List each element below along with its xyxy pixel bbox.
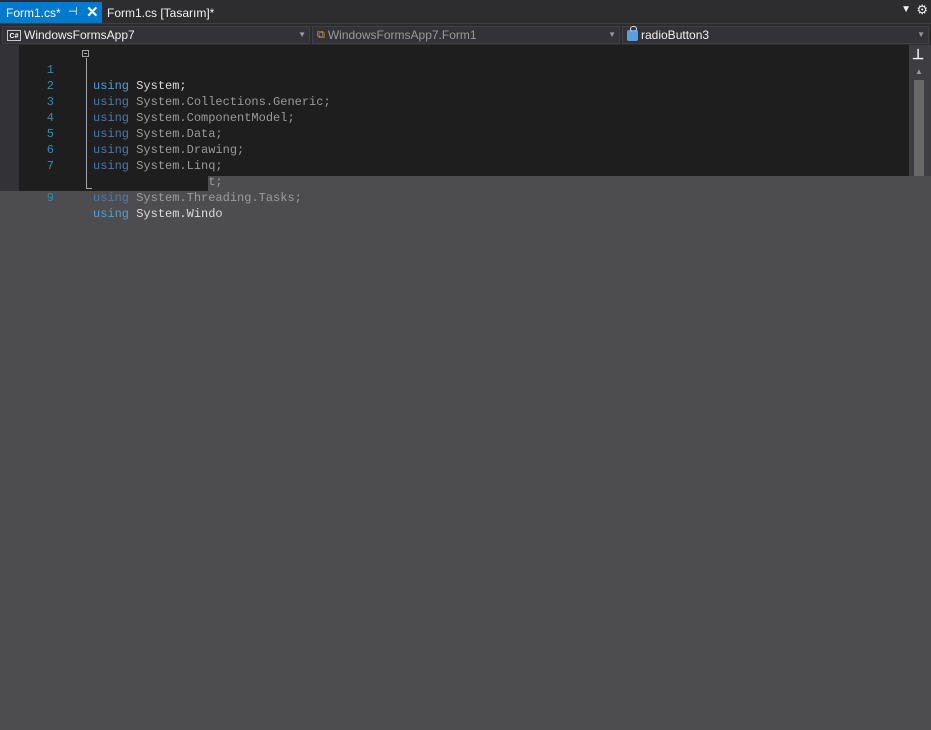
code-editor-partial[interactable]: 9 using System.Windo — [0, 176, 223, 221]
chevron-down-icon[interactable]: ▼ — [298, 30, 306, 39]
vertical-scrollbar[interactable]: ⊥ ▲ — [909, 45, 931, 176]
code-line[interactable]: 1 using System; — [0, 46, 909, 93]
code-line[interactable]: 7 using System.Text; — [0, 142, 909, 189]
document-tab-bar: Form1.cs* ⊣ ✕ Form1.cs [Tasarım]* ▼ ⚙ — [0, 0, 931, 23]
tab-form1-designer[interactable]: Form1.cs [Tasarım]* — [102, 2, 214, 23]
field-lock-icon — [627, 25, 638, 41]
project-dropdown[interactable]: C# WindowsFormsApp7 ▼ — [2, 26, 310, 44]
outline-guide-end — [86, 188, 92, 189]
split-icon[interactable]: ⊥ — [912, 47, 924, 61]
tab-label: Form1.cs* — [6, 5, 61, 20]
outline-guide-line — [86, 58, 87, 189]
code-line[interactable]: 8 using System.Threading.Tasks; — [0, 158, 909, 205]
scrollbar-thumb[interactable] — [914, 80, 924, 176]
chevron-down-icon[interactable]: ▼ — [608, 30, 616, 39]
project-dropdown-value: WindowsFormsApp7 — [24, 28, 135, 42]
code-line[interactable]: 5 using System.Drawing; — [0, 110, 909, 157]
code-line[interactable]: 4 using System.Data; — [0, 94, 909, 141]
pin-icon[interactable]: ⊣ — [68, 5, 78, 18]
type-dropdown[interactable]: ⧉ WindowsFormsApp7.Form1 ▼ — [312, 26, 620, 44]
scroll-up-icon[interactable]: ▲ — [915, 67, 923, 76]
code-line[interactable]: 6 using System.Linq; — [0, 126, 909, 173]
code-line[interactable]: 9 using System.Windo — [0, 174, 909, 221]
code-editor[interactable]: 1 using System; 2 using System.Collectio… — [0, 45, 909, 205]
keyword: using — [93, 191, 130, 205]
csharp-project-icon: C# — [7, 29, 21, 41]
close-icon[interactable]: ✕ — [86, 3, 99, 21]
code-line[interactable]: 3 using System.ComponentModel; — [0, 78, 909, 125]
navigation-bar: C# WindowsFormsApp7 ▼ ⧉ WindowsFormsApp7… — [0, 23, 931, 45]
code-line[interactable]: 2 using System.Collections.Generic; — [0, 62, 909, 109]
class-icon: ⧉ — [317, 28, 325, 41]
keyword: using — [93, 207, 130, 221]
tab-form1-cs[interactable]: Form1.cs* ⊣ ✕ — [0, 2, 102, 23]
tab-label: Form1.cs [Tasarım]* — [107, 5, 215, 20]
editor-margin — [0, 45, 19, 191]
chevron-down-icon[interactable]: ▼ — [917, 30, 925, 39]
line-number: 9 — [46, 191, 54, 205]
member-dropdown-value: radioButton3 — [641, 28, 710, 42]
member-dropdown[interactable]: radioButton3 ▼ — [622, 25, 929, 44]
namespace: System.Windo — [129, 207, 223, 221]
namespace: System.Threading.Tasks; — [129, 191, 302, 205]
tab-list-dropdown-icon[interactable]: ▼ — [901, 4, 911, 15]
type-dropdown-value: WindowsFormsApp7.Form1 — [327, 28, 477, 42]
gear-icon[interactable]: ⚙ — [916, 2, 928, 18]
